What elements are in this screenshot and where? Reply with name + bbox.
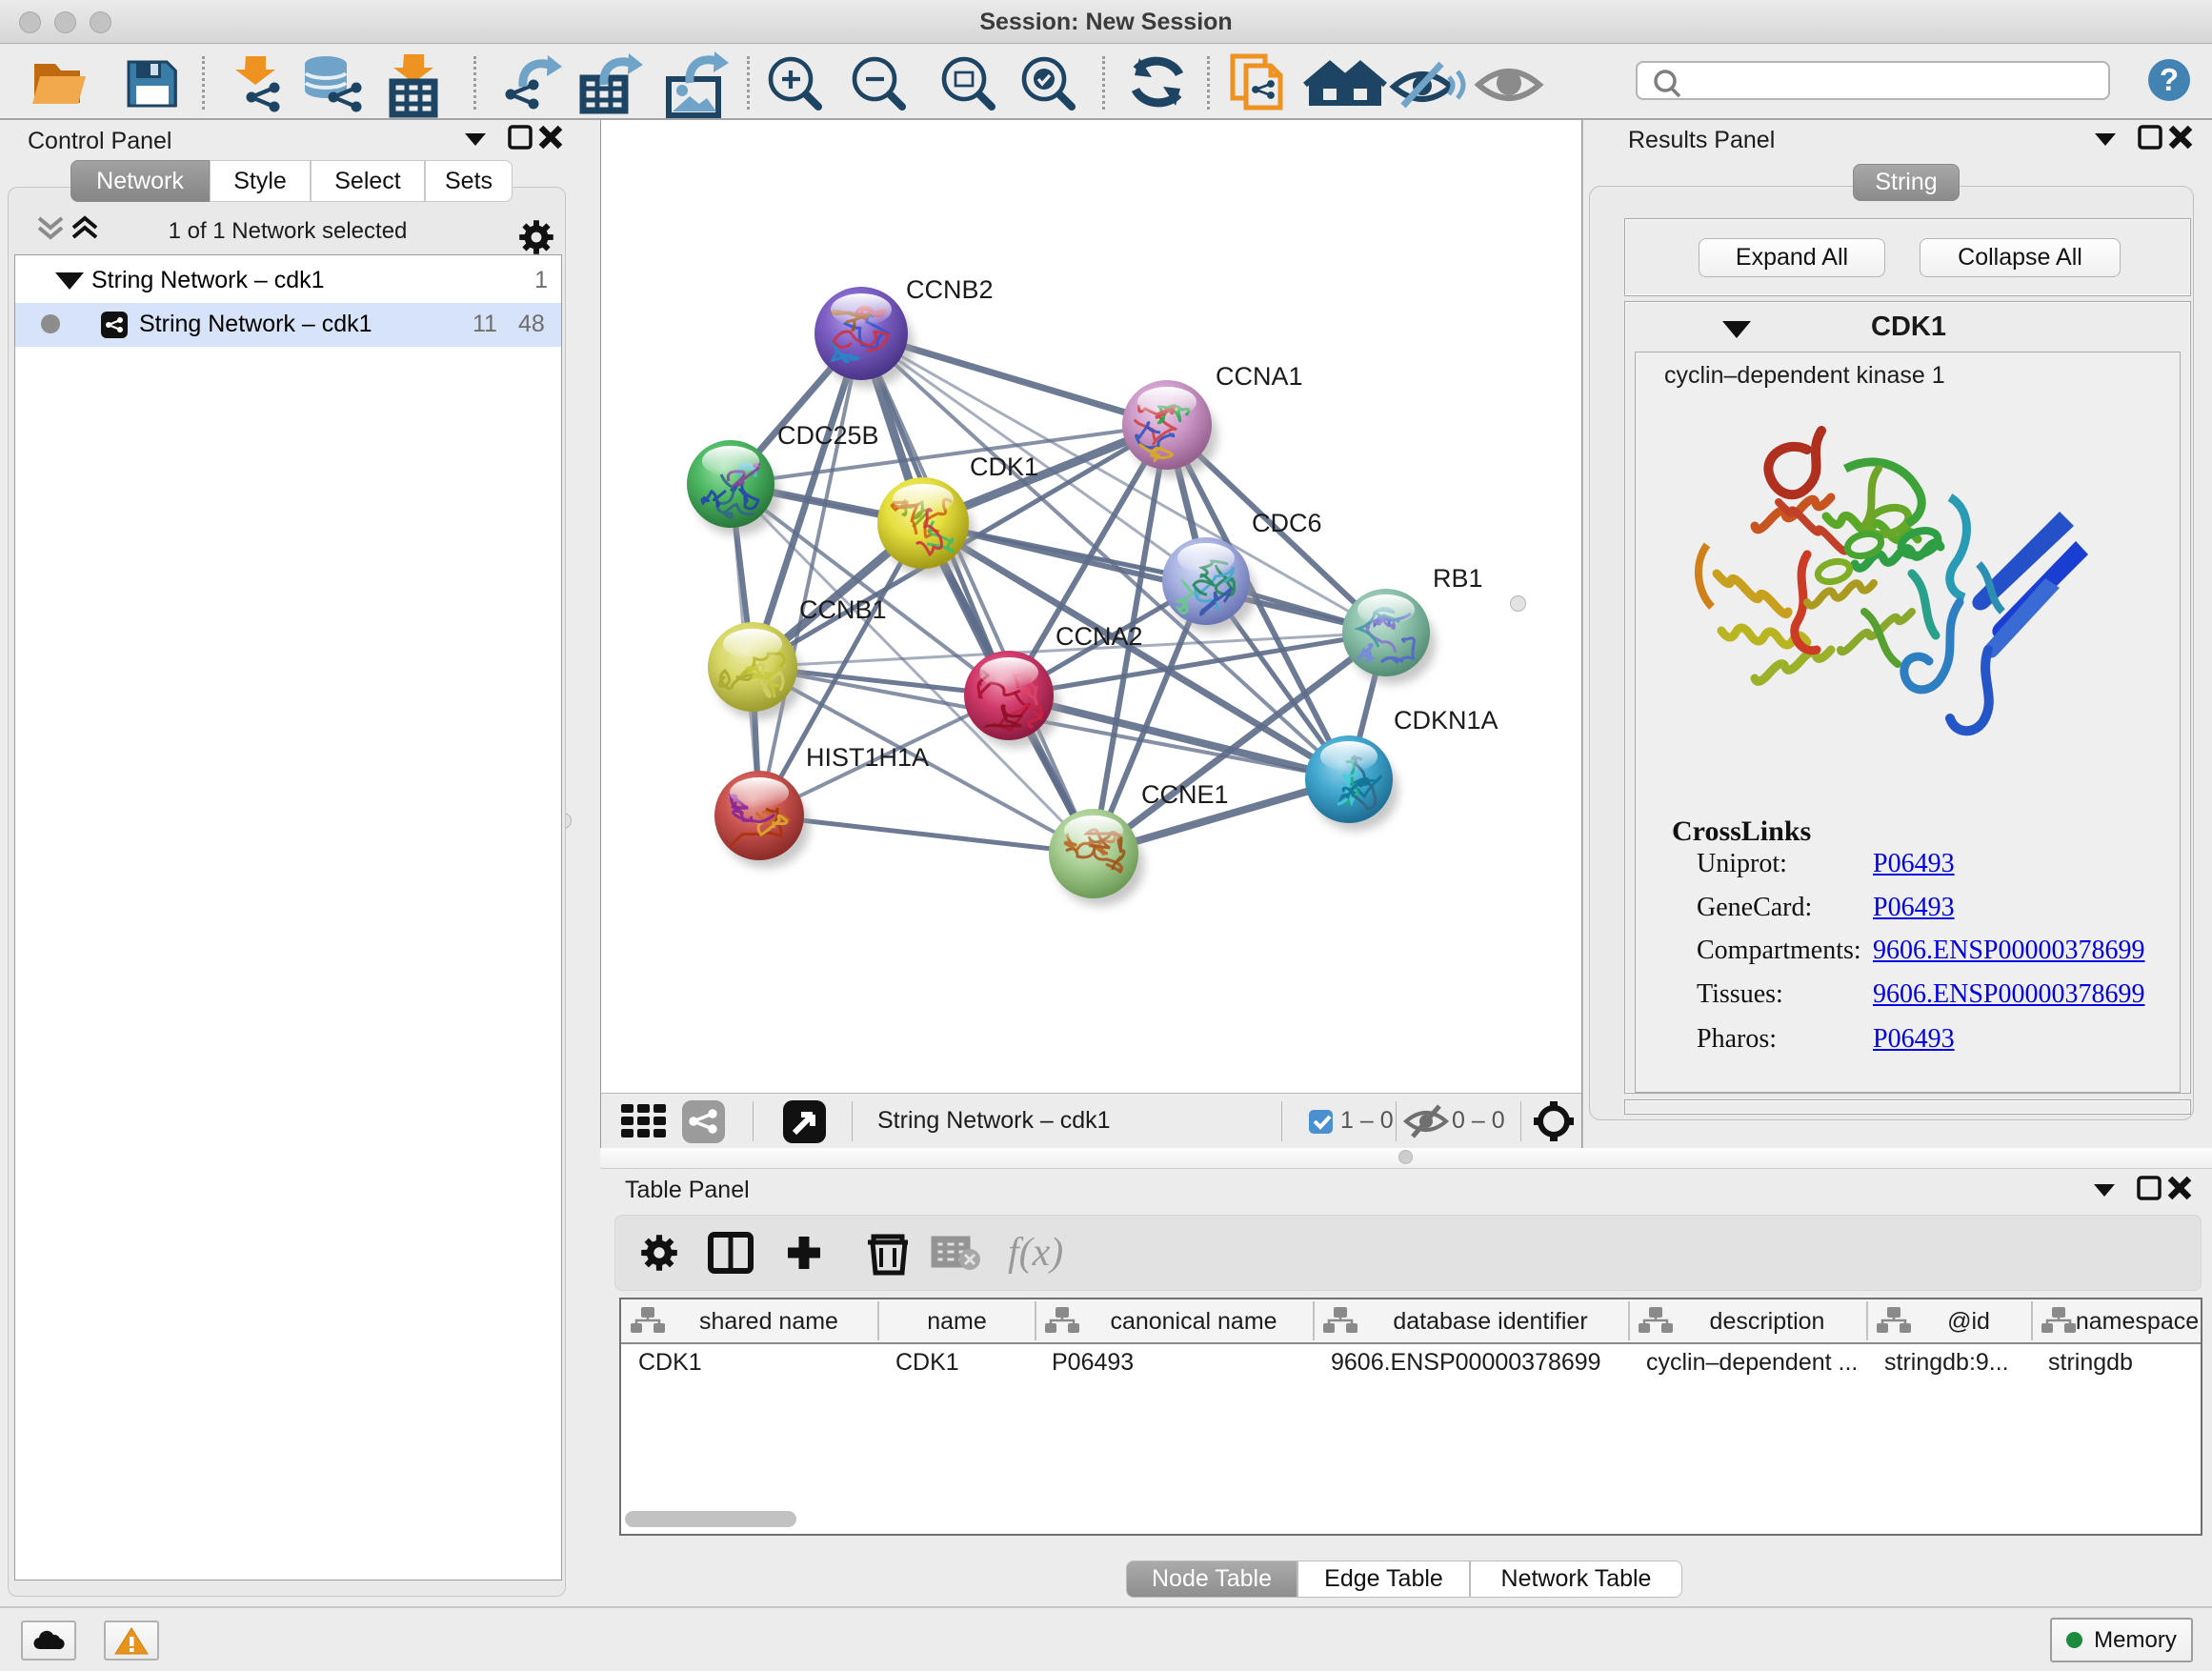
svg-text:RB1: RB1 <box>1433 564 1483 593</box>
svg-text:CCNB1: CCNB1 <box>799 595 887 624</box>
svg-text:CCNE1: CCNE1 <box>1141 780 1229 809</box>
svg-text:CDC6: CDC6 <box>1252 509 1322 537</box>
svg-text:CCNA1: CCNA1 <box>1216 362 1303 391</box>
svg-text:CDC25B: CDC25B <box>777 421 879 450</box>
svg-text:CDK1: CDK1 <box>970 453 1038 481</box>
svg-text:HIST1H1A: HIST1H1A <box>806 743 929 772</box>
svg-text:CDKN1A: CDKN1A <box>1394 706 1498 735</box>
svg-text:CCNB2: CCNB2 <box>906 275 994 304</box>
svg-text:f(x): f(x) <box>1008 1231 1063 1275</box>
svg-text:CCNA2: CCNA2 <box>1056 622 1143 651</box>
